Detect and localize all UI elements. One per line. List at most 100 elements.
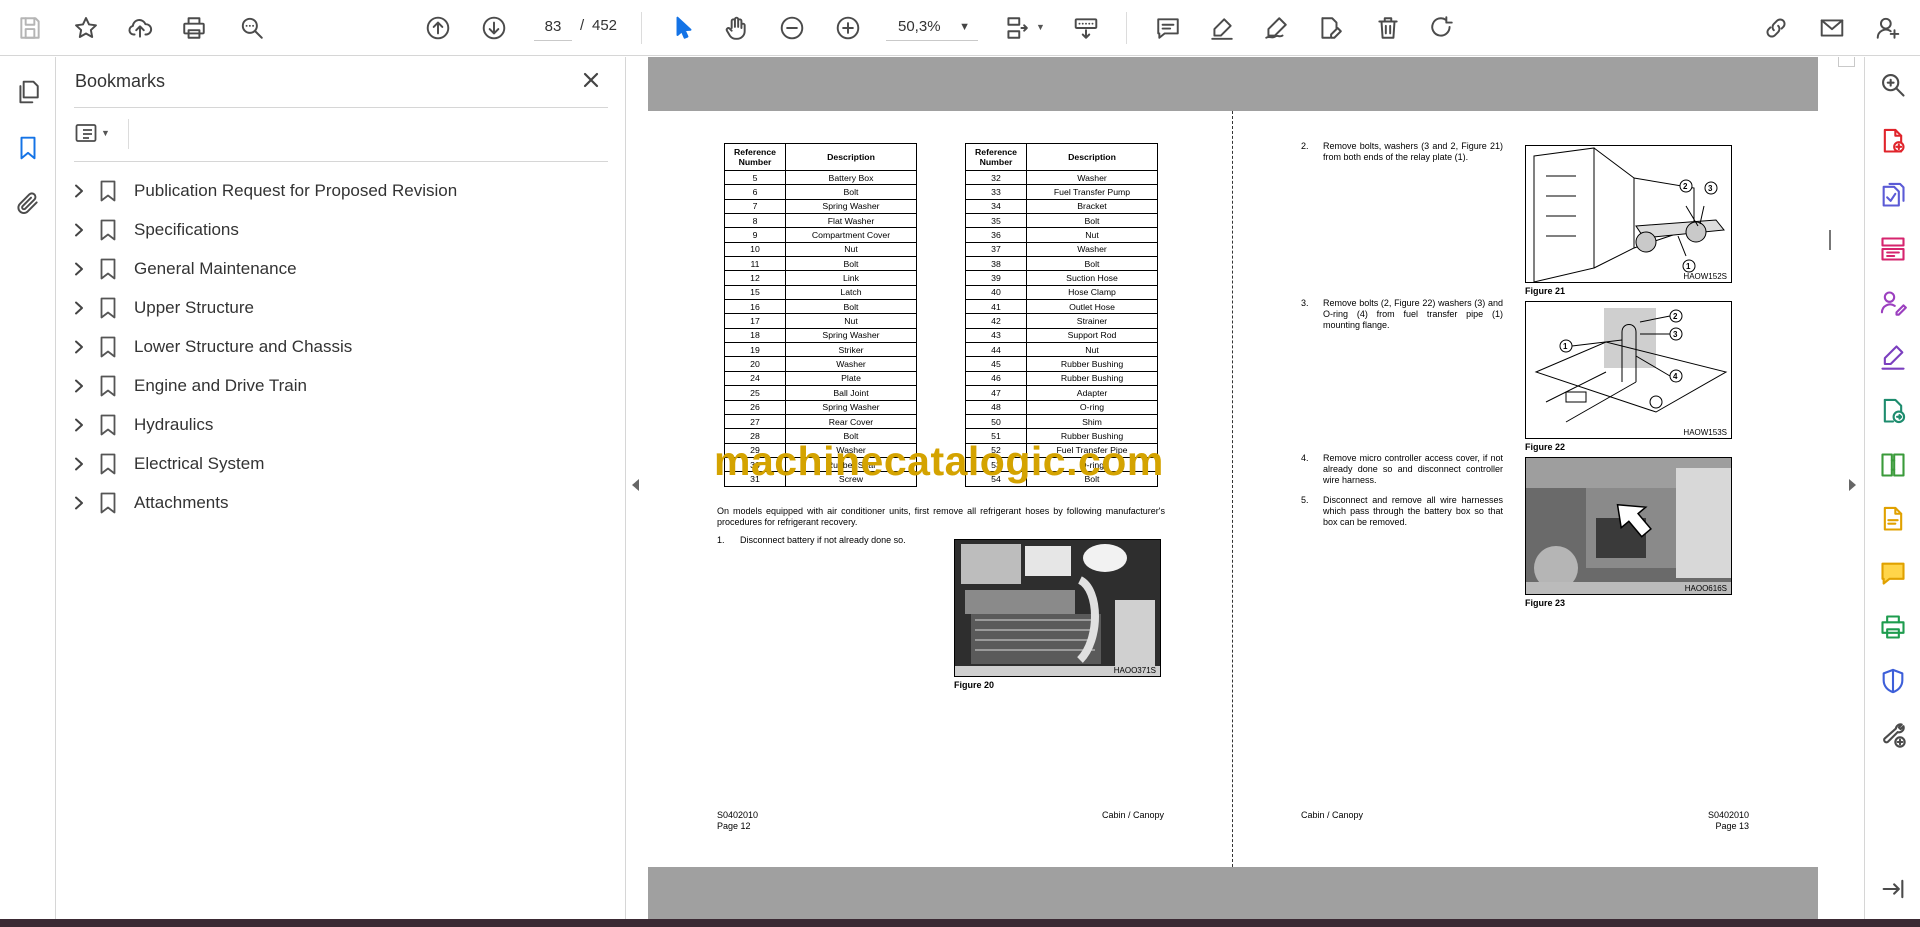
chevron-right-icon[interactable] (68, 414, 90, 436)
collapse-left-panel-button[interactable] (627, 470, 643, 500)
reference-number-cell: 40 (965, 284, 1027, 301)
description-cell: Suction Hose (1026, 270, 1158, 286)
description-cell: Outlet Hose (1026, 299, 1158, 315)
bookmark-options-dropdown[interactable]: ▼ (74, 115, 120, 151)
chevron-right-icon[interactable] (68, 453, 90, 475)
bookmark-icon (96, 257, 120, 281)
bookmark-item[interactable]: Electrical System (68, 444, 608, 483)
protect-icon[interactable] (1875, 663, 1911, 699)
bookmark-label: Attachments (134, 492, 229, 512)
description-cell: Shim (1026, 413, 1158, 430)
cloud-upload-icon[interactable] (122, 10, 158, 46)
compare-files-icon[interactable] (1875, 447, 1911, 483)
page-separator: / (580, 17, 585, 34)
create-pdf-icon[interactable] (1875, 123, 1911, 159)
table-row: 42 Strainer (965, 313, 1158, 329)
callout-label: 4 (1673, 372, 1678, 381)
callout-label: 3 (1708, 184, 1713, 193)
reference-number-cell: 19 (724, 342, 786, 358)
bookmark-item[interactable]: Publication Request for Proposed Revisio… (68, 171, 608, 210)
request-signatures-icon[interactable] (1875, 285, 1911, 321)
zoom-level-dropdown[interactable]: 50,3% ▼ (886, 13, 978, 41)
more-tools-icon[interactable] (1875, 717, 1911, 753)
hand-tool-icon[interactable] (718, 10, 754, 46)
caret-down-icon[interactable]: ▼ (1036, 22, 1045, 32)
collapse-right-panel-button[interactable] (1844, 470, 1860, 500)
column-header-description: Description (1026, 143, 1158, 171)
pdf-reader-window: / 452 50,3% ▼ ▼ (0, 0, 1920, 927)
chevron-right-icon[interactable] (68, 297, 90, 319)
save-icon[interactable] (12, 10, 48, 46)
draw-icon[interactable] (1258, 10, 1294, 46)
bookmark-icon (96, 335, 120, 359)
edit-pdf-icon[interactable] (1875, 501, 1911, 537)
print-icon[interactable] (176, 10, 212, 46)
chevron-right-icon[interactable] (68, 180, 90, 202)
print-production-icon[interactable] (1875, 609, 1911, 645)
bookmark-item[interactable]: Lower Structure and Chassis (68, 327, 608, 366)
bookmark-label: Hydraulics (134, 414, 214, 434)
fill-and-sign-icon[interactable] (1875, 339, 1911, 375)
description-cell: Spring Washer (785, 399, 917, 415)
chevron-right-icon[interactable] (68, 375, 90, 397)
bookmark-item[interactable]: Hydraulics (68, 405, 608, 444)
highlight-icon[interactable] (1204, 10, 1240, 46)
step-text: Remove micro controller access cover, if… (1323, 453, 1503, 485)
star-icon[interactable] (68, 10, 104, 46)
previous-page-icon[interactable] (420, 10, 456, 46)
reference-number-cell: 8 (724, 213, 786, 229)
callout-label: 1 (1563, 342, 1568, 351)
next-page-icon[interactable] (476, 10, 512, 46)
comment-icon[interactable] (1150, 10, 1186, 46)
table-row: 11 Bolt (724, 256, 917, 272)
figure-caption: Figure 21 (1525, 286, 1566, 296)
table-row: 6 Bolt (724, 184, 917, 200)
bookmark-item[interactable]: Upper Structure (68, 288, 608, 327)
table-row: 35 Bolt (965, 213, 1158, 229)
chevron-right-icon[interactable] (68, 336, 90, 358)
select-cursor-icon[interactable] (666, 10, 702, 46)
send-for-review-icon[interactable] (1875, 393, 1911, 429)
zoom-search-icon[interactable] (1875, 67, 1911, 103)
reference-number-cell: 12 (724, 270, 786, 286)
table-row: 37 Washer (965, 241, 1158, 258)
expand-panel-icon[interactable] (1875, 871, 1911, 907)
figure-caption: Figure 23 (1525, 598, 1566, 608)
bookmark-item[interactable]: Attachments (68, 483, 608, 522)
email-icon[interactable] (1814, 10, 1850, 46)
table-row: 34 Bracket (965, 198, 1158, 215)
callout-label: 3 (1673, 330, 1678, 339)
page-number-input[interactable] (534, 13, 572, 41)
zoom-out-icon[interactable] (774, 10, 810, 46)
user-account-icon[interactable] (1870, 10, 1906, 46)
fit-page-icon[interactable] (998, 10, 1034, 46)
chevron-right-icon[interactable] (68, 258, 90, 280)
organize-pages-icon[interactable] (1875, 231, 1911, 267)
bookmark-label: Lower Structure and Chassis (134, 336, 353, 356)
redo-icon[interactable] (1424, 10, 1460, 46)
close-panel-button[interactable] (576, 65, 606, 95)
attachments-icon[interactable] (10, 185, 46, 221)
chevron-right-icon[interactable] (68, 492, 90, 514)
table-row: 27 Rear Cover (724, 413, 917, 430)
bookmark-item[interactable]: Specifications (68, 210, 608, 249)
reference-number-cell: 47 (965, 385, 1027, 401)
table-row: 16 Bolt (724, 299, 917, 315)
scrolling-mode-icon[interactable] (1068, 10, 1104, 46)
description-cell: Bolt (785, 256, 917, 272)
comment-tool-icon[interactable] (1875, 555, 1911, 591)
find-icon[interactable] (234, 10, 270, 46)
divider (128, 119, 129, 149)
reference-number-cell: 39 (965, 270, 1027, 286)
bookmarks-icon[interactable] (10, 130, 46, 166)
scrollbar-thumb[interactable] (1829, 230, 1831, 250)
bookmark-item[interactable]: Engine and Drive Train (68, 366, 608, 405)
bookmark-item[interactable]: General Maintenance (68, 249, 608, 288)
export-pdf-icon[interactable] (1875, 177, 1911, 213)
trash-icon[interactable] (1370, 10, 1406, 46)
zoom-in-icon[interactable] (830, 10, 866, 46)
page-thumbnails-icon[interactable] (10, 74, 46, 110)
edit-text-icon[interactable] (1312, 10, 1348, 46)
chevron-right-icon[interactable] (68, 219, 90, 241)
share-link-icon[interactable] (1758, 10, 1794, 46)
